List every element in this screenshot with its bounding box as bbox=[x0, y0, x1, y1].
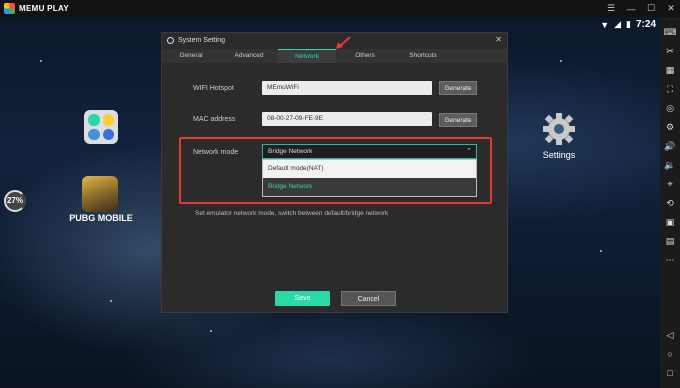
option-default-nat[interactable]: Default mode(NAT) bbox=[263, 160, 476, 178]
settings-ring-icon bbox=[167, 36, 174, 44]
tab-bar: General Advanced Network Others Shortcut… bbox=[162, 49, 507, 63]
toolbar-sidebar: ⌨ ✂ ▦ ⛶ ◎ ⚙ 🔊 🔉 ⌖ ⟲ ▣ ▤ ⋯ ◁ ○ □ bbox=[660, 17, 680, 388]
back-icon[interactable]: ◁ bbox=[660, 326, 680, 345]
minimize-icon[interactable]: — bbox=[626, 4, 636, 14]
location-icon[interactable]: ⌖ bbox=[660, 175, 680, 194]
tab-others[interactable]: Others bbox=[336, 49, 394, 63]
mac-address-field[interactable]: 08-00-27-09-FE-9E bbox=[262, 112, 432, 126]
brand-name: MEMU PLAY bbox=[19, 4, 69, 13]
tab-general[interactable]: General bbox=[162, 49, 220, 63]
wifi-hotspot-field[interactable]: MEmuWiFi bbox=[262, 81, 432, 95]
apk-icon[interactable]: ▣ bbox=[660, 213, 680, 232]
option-bridge-network[interactable]: Bridge Network bbox=[263, 178, 476, 196]
signal-icon: ◢ bbox=[614, 19, 622, 29]
record-icon[interactable]: ◎ bbox=[660, 99, 680, 118]
dialog-titlebar: System Setting bbox=[162, 33, 507, 47]
folder-icon[interactable]: ▤ bbox=[660, 232, 680, 251]
wifi-hotspot-label: WIFI Hotspot bbox=[193, 84, 234, 92]
dialog-title: System Setting bbox=[178, 36, 226, 44]
app-folder[interactable] bbox=[84, 110, 118, 144]
settings-gear-icon[interactable] bbox=[542, 112, 576, 146]
network-mode-value: Bridge Network bbox=[268, 148, 313, 155]
system-setting-dialog: System Setting ✕ General Advanced Networ… bbox=[161, 32, 508, 313]
shake-icon[interactable]: ⟲ bbox=[660, 194, 680, 213]
cancel-button[interactable]: Cancel bbox=[341, 291, 396, 306]
menu-icon[interactable]: ☰ bbox=[606, 3, 616, 14]
folder-app-icon bbox=[102, 128, 114, 140]
network-mode-description: Set emulator network mode, switch betwee… bbox=[195, 210, 389, 217]
maximize-icon[interactable]: ☐ bbox=[646, 3, 656, 14]
network-mode-label: Network mode bbox=[193, 148, 239, 156]
network-mode-select[interactable]: Bridge Network ⌃ bbox=[262, 144, 477, 159]
pubg-label: PUBG MOBILE bbox=[69, 213, 133, 223]
settings-label: Settings bbox=[542, 150, 576, 160]
more-icon[interactable]: ⋯ bbox=[660, 251, 680, 270]
save-button[interactable]: Save bbox=[275, 291, 330, 306]
volume-up-icon[interactable]: 🔊 bbox=[660, 137, 680, 156]
grid-icon[interactable]: ▦ bbox=[660, 61, 680, 80]
battery-icon: ▮ bbox=[626, 19, 631, 29]
recents-icon[interactable]: □ bbox=[660, 364, 680, 383]
performance-gauge[interactable]: 27% bbox=[4, 190, 26, 212]
chevron-up-icon: ⌃ bbox=[466, 148, 472, 155]
tab-network[interactable]: Network bbox=[278, 49, 336, 63]
close-icon[interactable]: ✕ bbox=[666, 3, 676, 14]
mac-generate-button[interactable]: Generate bbox=[439, 113, 477, 127]
screenshot-icon[interactable]: ✂ bbox=[660, 42, 680, 61]
memu-logo: MEMU PLAY bbox=[4, 3, 69, 14]
wifi-generate-button[interactable]: Generate bbox=[439, 81, 477, 95]
folder-app-icon bbox=[102, 114, 114, 126]
memu-logo-icon bbox=[4, 3, 15, 14]
settings-small-icon[interactable]: ⚙ bbox=[660, 118, 680, 137]
mac-address-label: MAC address bbox=[193, 115, 236, 123]
keyboard-icon[interactable]: ⌨ bbox=[660, 23, 680, 42]
status-bar: ▼ ◢ ▮ 7:24 bbox=[600, 17, 656, 32]
window-titlebar: MEMU PLAY ☰ — ☐ ✕ bbox=[0, 0, 680, 17]
volume-down-icon[interactable]: 🔉 bbox=[660, 156, 680, 175]
wifi-icon: ▼ bbox=[600, 19, 610, 30]
tab-advanced[interactable]: Advanced bbox=[220, 49, 278, 63]
network-mode-dropdown: Default mode(NAT) Bridge Network bbox=[262, 159, 477, 197]
clock: 7:24 bbox=[635, 19, 656, 30]
folder-app-icon bbox=[88, 114, 100, 126]
fullscreen-icon[interactable]: ⛶ bbox=[660, 80, 680, 99]
home-icon[interactable]: ○ bbox=[660, 345, 680, 364]
tab-shortcuts[interactable]: Shortcuts bbox=[394, 49, 452, 63]
folder-app-icon bbox=[88, 128, 100, 140]
dialog-close-icon[interactable]: ✕ bbox=[495, 35, 502, 44]
pubg-app-icon[interactable] bbox=[82, 176, 118, 212]
annotation-arrow-icon bbox=[336, 36, 351, 49]
